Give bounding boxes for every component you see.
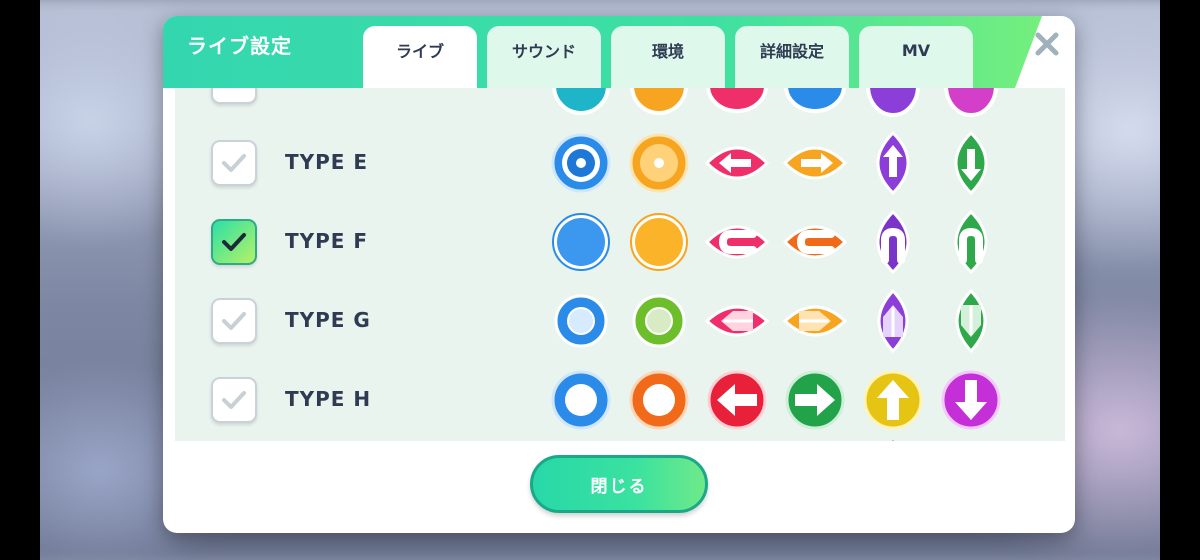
close-icon [1035, 32, 1059, 56]
note-up-icon [876, 131, 910, 195]
note-right-icon [783, 305, 847, 337]
note-type-g-label: TYPE G [285, 308, 371, 332]
note-type-row-h: TYPE H [175, 365, 1065, 435]
note-type-row-g: TYPE G [175, 286, 1065, 356]
dialog-header: ライブ設定 ライブ サウンド 環境 詳細設定 MV [163, 16, 1075, 88]
note-type-e-label: TYPE E [285, 150, 369, 174]
note-tap-icon [627, 436, 691, 441]
note-left-icon [705, 225, 769, 259]
note-type-h-checkbox[interactable] [211, 377, 257, 423]
note-type-list: TYPE E TYPE F TYPE G TYPE H [175, 88, 1065, 441]
tab-live[interactable]: ライブ [363, 26, 477, 88]
note-type-h-label: TYPE H [285, 387, 372, 411]
note-left-icon [706, 88, 768, 113]
note-left-icon [705, 146, 769, 180]
note-down-icon [941, 370, 1001, 430]
note-down-icon [944, 88, 998, 117]
note-tap-icon [552, 213, 610, 271]
dialog-title: ライブ設定 [187, 34, 292, 58]
note-right-icon [783, 225, 847, 259]
tab-mv[interactable]: MV [859, 26, 973, 88]
note-type-g-checkbox[interactable] [211, 298, 257, 344]
letterbox-left [0, 0, 40, 560]
note-right-icon [785, 370, 845, 430]
close-button[interactable] [1031, 28, 1063, 60]
close-dialog-button[interactable]: 閉じる [530, 455, 708, 513]
note-type-row-e: TYPE E [175, 128, 1065, 198]
check-icon [222, 233, 246, 251]
note-up-icon [876, 210, 910, 274]
note-tap-icon [632, 294, 686, 348]
tab-advanced-label: 詳細設定 [759, 42, 824, 61]
note-left-icon [707, 370, 767, 430]
note-type-row-partial-top [175, 88, 1065, 117]
tab-live-label: ライブ [395, 42, 444, 61]
tab-sound[interactable]: サウンド [487, 26, 601, 88]
tab-mv-label: MV [901, 40, 931, 60]
note-down-icon [954, 210, 988, 274]
check-icon [222, 391, 246, 409]
tab-environment[interactable]: 環境 [611, 26, 725, 88]
note-left-icon [705, 305, 769, 337]
live-settings-dialog: ライブ設定 ライブ サウンド 環境 詳細設定 MV TYPE E TYPE F … [163, 16, 1075, 533]
note-tap-icon [551, 133, 611, 193]
note-tap-icon [629, 133, 689, 193]
close-dialog-label: 閉じる [590, 476, 648, 497]
tab-sound-label: サウンド [511, 42, 576, 61]
note-right-icon [783, 146, 847, 180]
check-icon [222, 154, 246, 172]
note-right-icon [784, 88, 846, 113]
tab-environment-label: 環境 [651, 42, 684, 61]
note-type-f-label: TYPE F [285, 229, 369, 253]
note-type-checkbox[interactable] [211, 88, 257, 104]
note-type-f-checkbox[interactable] [211, 219, 257, 265]
tab-advanced[interactable]: 詳細設定 [735, 26, 849, 88]
note-tap-icon [551, 370, 611, 430]
note-up-icon [877, 289, 909, 353]
note-tap-icon [554, 294, 608, 348]
note-tap-icon [552, 88, 610, 115]
note-type-row-f: TYPE F [175, 207, 1065, 277]
note-tap-icon [629, 370, 689, 430]
note-tap-icon [630, 213, 688, 271]
note-tap-icon [630, 88, 688, 115]
letterbox-right [1160, 0, 1200, 560]
check-icon [222, 312, 246, 330]
note-up-icon [892, 440, 894, 441]
note-down-icon [955, 289, 987, 353]
note-up-icon [863, 370, 923, 430]
note-up-icon [866, 88, 920, 117]
note-down-icon [954, 131, 988, 195]
note-type-e-checkbox[interactable] [211, 140, 257, 186]
